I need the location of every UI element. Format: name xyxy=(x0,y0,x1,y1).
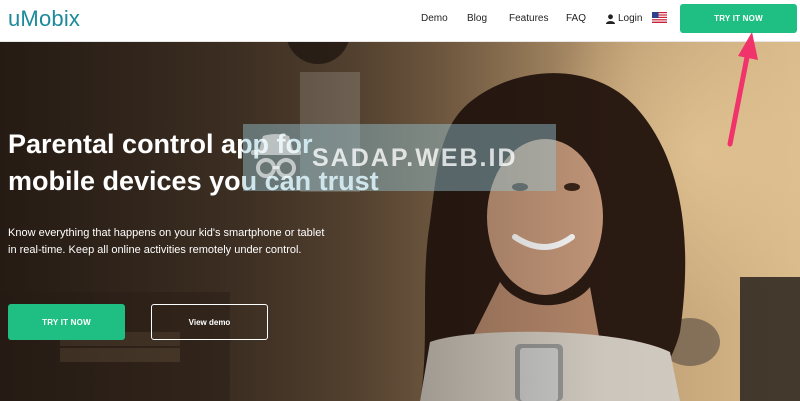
nav-login-link[interactable]: Login xyxy=(606,13,642,24)
us-flag-icon[interactable] xyxy=(652,12,667,23)
watermark-text: SADAP.WEB.ID xyxy=(312,144,518,172)
login-label: Login xyxy=(618,13,643,24)
hero-dark-overlay xyxy=(0,42,800,401)
spy-hat-icon xyxy=(251,134,301,178)
view-demo-button[interactable]: View demo xyxy=(151,304,268,340)
try-it-now-hero-button[interactable]: TRY IT NOW xyxy=(8,304,125,340)
hero-description: Know everything that happens on your kid… xyxy=(8,225,368,259)
nav-blog-link[interactable]: Blog xyxy=(467,13,487,24)
hero-section: Parental control app for mobile devices … xyxy=(0,42,800,401)
nav-demo-link[interactable]: Demo xyxy=(421,13,448,24)
nav-features-link[interactable]: Features xyxy=(509,13,548,24)
description-line-1: Know everything that happens on your kid… xyxy=(8,227,325,239)
nav-faq-link[interactable]: FAQ xyxy=(566,13,586,24)
annotation-arrow-icon xyxy=(727,32,758,147)
top-navigation-bar: uMobix Demo Blog Features FAQ Login TRY … xyxy=(0,0,800,42)
user-icon xyxy=(606,13,615,24)
umobix-logo[interactable]: uMobix xyxy=(8,6,80,32)
try-it-now-header-button[interactable]: TRY IT NOW xyxy=(680,4,797,33)
watermark-overlay: SADAP.WEB.ID xyxy=(243,124,556,191)
description-line-2: in real-time. Keep all online activities… xyxy=(8,244,302,256)
